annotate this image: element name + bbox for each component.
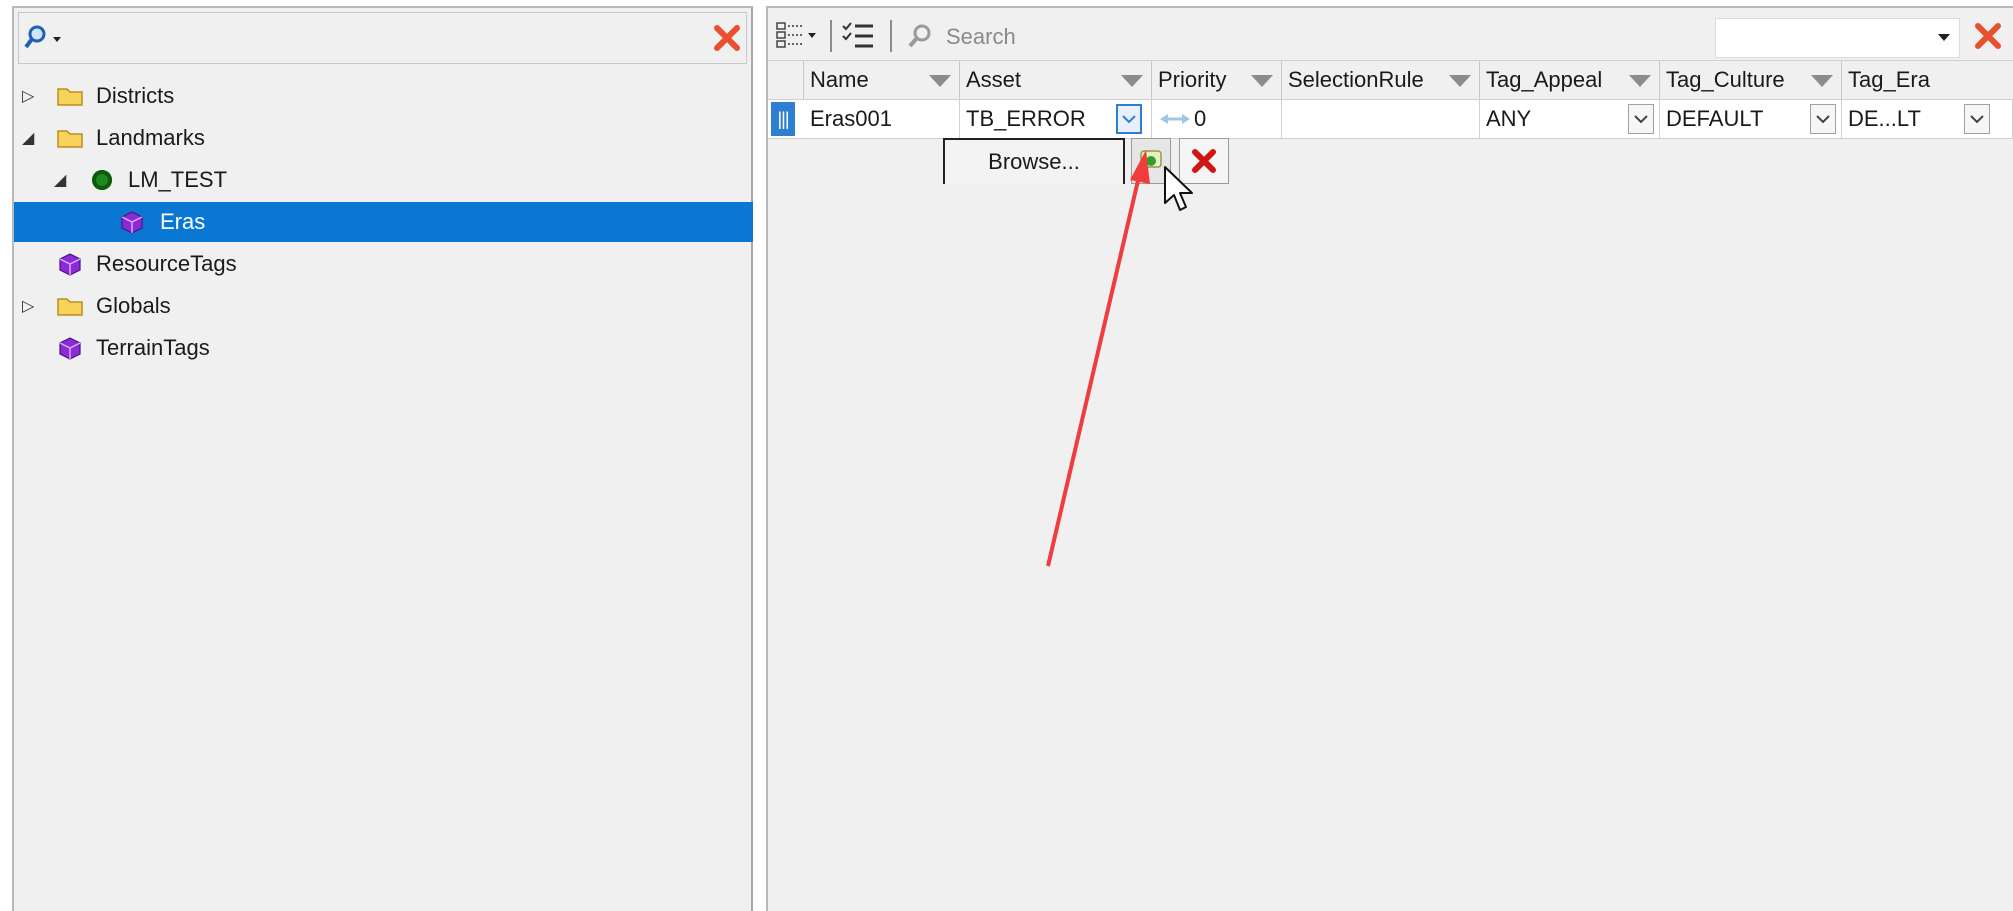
column-header-asset[interactable]: Asset — [960, 61, 1152, 99]
tree-panel: ▷ Districts ◢ Landmarks ◢ LM_TEST Eras R… — [12, 6, 753, 911]
chevron-down-icon — [1938, 34, 1950, 41]
column-header-name[interactable]: Name — [804, 61, 960, 99]
tree-item-label: TerrainTags — [96, 335, 210, 360]
collapse-icon[interactable]: ◢ — [22, 128, 34, 148]
tree-item-eras[interactable]: Eras — [14, 202, 753, 242]
checklist-icon — [842, 22, 873, 48]
cell-name[interactable]: Eras001 — [804, 100, 960, 138]
column-header-label: Tag_Era — [1848, 67, 1930, 92]
toolbar-separator — [890, 20, 892, 52]
grid-header: Name Asset Priority SelectionRule Tag_Ap… — [768, 60, 2013, 100]
tag-appeal-dropdown-button[interactable] — [1628, 104, 1654, 134]
tree-toolbar — [18, 12, 747, 64]
chevron-down-icon — [1970, 115, 1984, 124]
chevron-down-icon — [1122, 115, 1136, 124]
toolbar-separator — [830, 20, 832, 52]
chevron-down-icon — [1816, 115, 1830, 124]
column-header-tag-era[interactable]: Tag_Era — [1842, 61, 2013, 99]
column-header-label: Tag_Culture — [1666, 67, 1785, 92]
filter-arrow-icon[interactable] — [1629, 75, 1651, 87]
cell-tag-era[interactable]: DE...LT — [1842, 100, 2013, 138]
cell-value: TB_ERROR — [966, 106, 1086, 131]
close-button[interactable] — [711, 21, 743, 55]
filter-arrow-icon[interactable] — [1811, 75, 1833, 87]
table-cube-icon — [59, 253, 81, 276]
tree-item-lm-test[interactable]: ◢ LM_TEST — [14, 160, 753, 200]
filter-arrow-icon[interactable] — [1121, 75, 1143, 87]
tag-culture-dropdown-button[interactable] — [1810, 104, 1836, 134]
table-cube-icon — [121, 211, 143, 234]
table-row[interactable]: ||| Eras001 TB_ERROR 0 ANY DEFAULT DE...… — [768, 100, 2013, 139]
column-header-label: Priority — [1158, 67, 1227, 92]
tree-item-label: Districts — [96, 83, 175, 108]
tree-item-label: ResourceTags — [96, 251, 237, 276]
filter-arrow-icon[interactable] — [1449, 75, 1471, 87]
cell-value: Eras001 — [810, 106, 892, 131]
tree-item-terraintags[interactable]: TerrainTags — [14, 328, 753, 368]
tree-item-label: LM_TEST — [128, 167, 228, 192]
column-header-selectionrule[interactable]: SelectionRule — [1282, 61, 1480, 99]
cell-selectionrule[interactable] — [1282, 100, 1480, 138]
confirm-icon — [1140, 150, 1162, 168]
search-icon — [24, 25, 61, 49]
grid-toolbar: Search — [772, 14, 2012, 58]
cell-asset[interactable]: TB_ERROR — [960, 100, 1152, 138]
cancel-button[interactable] — [1179, 138, 1229, 184]
column-header-label: Name — [810, 67, 869, 92]
close-icon — [1975, 23, 2001, 49]
column-header-tag-culture[interactable]: Tag_Culture — [1660, 61, 1842, 99]
search-icon — [908, 24, 931, 48]
column-header-label: SelectionRule — [1288, 67, 1424, 92]
browse-button[interactable]: Browse... — [943, 138, 1125, 184]
folder-icon — [57, 130, 83, 148]
cell-value: DE...LT — [1848, 106, 1921, 131]
columns-button[interactable] — [774, 16, 822, 54]
column-header-label: Tag_Appeal — [1486, 67, 1603, 92]
cell-priority[interactable]: 0 — [1152, 100, 1282, 138]
asset-dropdown-button[interactable] — [1116, 104, 1142, 134]
confirm-button[interactable] — [1131, 138, 1171, 184]
node-icon — [92, 170, 112, 190]
filter-dropdown-button[interactable] — [1932, 20, 1956, 54]
cell-tag-culture[interactable]: DEFAULT — [1660, 100, 1842, 138]
cell-value: ANY — [1486, 106, 1532, 131]
close-icon — [714, 25, 740, 51]
cell-tag-appeal[interactable]: ANY — [1480, 100, 1660, 138]
filter-arrow-icon[interactable] — [1251, 75, 1273, 87]
filter-arrow-icon[interactable] — [929, 75, 951, 87]
asset-editor-popup: Browse... — [943, 138, 1243, 184]
expand-icon[interactable]: ▷ — [22, 86, 34, 106]
tree-item-resourcetags[interactable]: ResourceTags — [14, 244, 753, 284]
collapse-icon[interactable]: ◢ — [54, 170, 66, 190]
expand-icon[interactable]: ▷ — [22, 296, 34, 316]
column-header-priority[interactable]: Priority — [1152, 61, 1282, 99]
column-header-label: Asset — [966, 67, 1022, 92]
tag-era-dropdown-button[interactable] — [1964, 104, 1990, 134]
search-input[interactable]: Search — [946, 24, 1016, 50]
checklist-button[interactable] — [838, 16, 878, 54]
slider-arrows-icon — [1160, 114, 1190, 124]
cell-value: 0 — [1194, 106, 1207, 131]
chevron-down-icon — [1634, 115, 1648, 124]
table-cube-icon — [59, 337, 81, 360]
tree-item-label: Globals — [96, 293, 171, 318]
tree-item-label: Eras — [160, 209, 206, 234]
folder-icon — [57, 298, 83, 316]
search-dropdown-button[interactable] — [23, 21, 67, 55]
filter-combo[interactable] — [1715, 18, 1960, 58]
tree-item-globals[interactable]: ▷ Globals — [14, 286, 753, 326]
folder-icon — [57, 88, 83, 106]
close-button[interactable] — [1970, 18, 2006, 54]
close-icon — [1192, 149, 1216, 173]
tree-item-label: Landmarks — [96, 125, 205, 150]
tree-item-districts[interactable]: ▷ Districts — [14, 76, 753, 116]
columns-icon — [776, 22, 816, 48]
tree-item-landmarks[interactable]: ◢ Landmarks — [14, 118, 753, 158]
row-selector[interactable]: ||| — [771, 102, 795, 136]
row-header-corner — [768, 61, 804, 99]
column-header-tag-appeal[interactable]: Tag_Appeal — [1480, 61, 1660, 99]
grid-panel: Search Name Asset Priority SelectionRule… — [766, 6, 2013, 911]
cell-value: DEFAULT — [1666, 106, 1764, 131]
